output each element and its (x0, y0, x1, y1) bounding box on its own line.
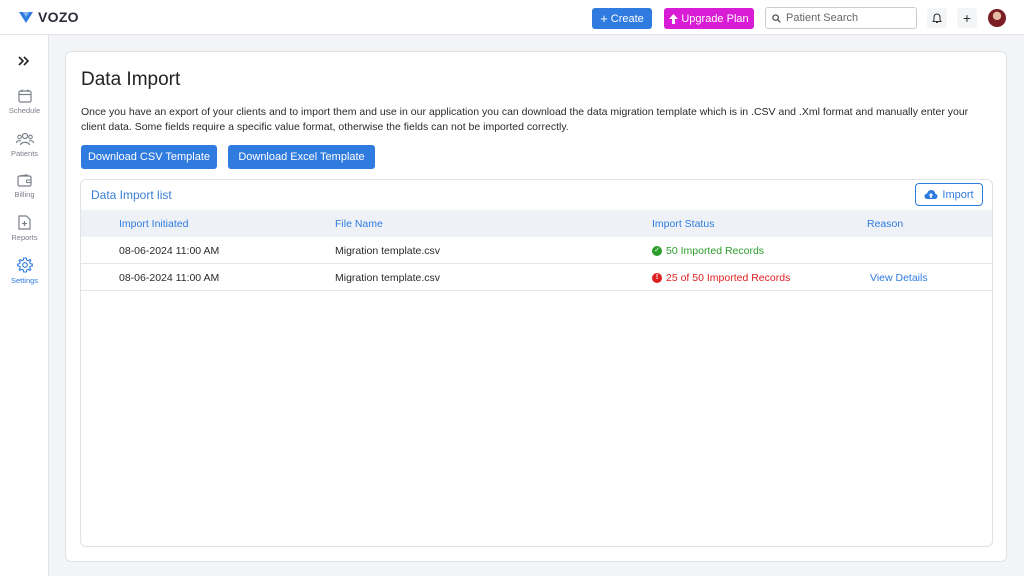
import-status-text: 25 of 50 Imported Records (666, 272, 791, 284)
sidebar-item-label: Settings (10, 276, 39, 285)
data-import-list: Data Import list Import Import Initiated… (80, 179, 993, 547)
arrow-up-icon (669, 13, 679, 24)
column-header-import-status[interactable]: Import Status (652, 218, 714, 230)
sidebar-item-settings[interactable]: Settings (0, 257, 49, 293)
list-title: Data Import list (91, 188, 172, 202)
users-icon (15, 132, 34, 146)
sidebar-expand-button[interactable] (14, 52, 34, 70)
import-button[interactable]: Import (915, 183, 983, 206)
file-name-cell: Migration template.csv (335, 272, 441, 284)
cloud-upload-icon (924, 190, 938, 199)
import-label: Import (942, 188, 974, 201)
create-button[interactable]: + Create (592, 8, 652, 29)
calendar-icon (17, 89, 32, 103)
table-header: Import Initiated File Name Import Status… (81, 210, 992, 237)
bell-icon (932, 12, 942, 23)
vozo-logo-icon (19, 12, 33, 23)
import-status-cell: ✓ 50 Imported Records (652, 245, 764, 257)
error-circle-icon: ! (652, 273, 662, 283)
column-header-file-name[interactable]: File Name (335, 218, 383, 230)
table-row: 08-06-2024 11:00 AM Migration template.c… (81, 264, 992, 291)
sidebar-item-patients[interactable]: Patients (0, 132, 49, 168)
download-csv-button[interactable]: Download CSV Template (81, 145, 217, 169)
sidebar-item-label: Billing (14, 190, 35, 199)
import-status-text: 50 Imported Records (666, 245, 765, 257)
import-initiated-cell: 08-06-2024 11:00 AM (119, 245, 220, 257)
sidebar: Schedule Patients Billing Reports Settin… (0, 35, 49, 576)
download-excel-button[interactable]: Download Excel Template (228, 145, 375, 169)
plus-icon: + (962, 10, 972, 26)
report-icon (18, 215, 31, 230)
table-row: 08-06-2024 11:00 AM Migration template.c… (81, 237, 992, 264)
double-chevron-right-icon (18, 56, 30, 66)
page-title: Data Import (81, 69, 181, 90)
plus-icon: + (600, 11, 608, 26)
search-input[interactable] (786, 12, 906, 24)
top-bar: VOZO + Create Upgrade Plan + (0, 0, 1024, 35)
import-initiated-cell: 08-06-2024 11:00 AM (119, 272, 220, 284)
create-label: Create (610, 12, 644, 25)
sidebar-item-label: Schedule (8, 106, 41, 115)
page-description: Once you have an export of your clients … (81, 106, 969, 133)
file-name-cell: Migration template.csv (335, 245, 441, 257)
column-header-import-initiated[interactable]: Import Initiated (119, 218, 188, 230)
column-header-reason[interactable]: Reason (867, 218, 903, 230)
logo[interactable]: VOZO (18, 9, 79, 25)
sidebar-item-label: Patients (10, 149, 39, 158)
gear-icon (16, 257, 33, 273)
avatar[interactable] (988, 9, 1006, 27)
notification-button[interactable] (927, 8, 947, 28)
patient-search[interactable] (765, 7, 917, 29)
add-button[interactable]: + (957, 8, 977, 28)
upgrade-label: Upgrade Plan (681, 12, 749, 25)
wallet-icon (17, 174, 32, 187)
sidebar-item-billing[interactable]: Billing (0, 174, 49, 210)
logo-text: VOZO (38, 9, 79, 25)
view-details-link[interactable]: View Details (870, 272, 928, 284)
data-import-card: Data Import Once you have an export of y… (65, 51, 1007, 562)
sidebar-item-label: Reports (11, 233, 38, 242)
sidebar-item-reports[interactable]: Reports (0, 215, 49, 251)
import-status-cell: ! 25 of 50 Imported Records (652, 272, 790, 284)
sidebar-item-schedule[interactable]: Schedule (0, 89, 49, 125)
search-icon (772, 13, 781, 23)
check-circle-icon: ✓ (652, 246, 662, 256)
upgrade-plan-button[interactable]: Upgrade Plan (664, 8, 754, 29)
